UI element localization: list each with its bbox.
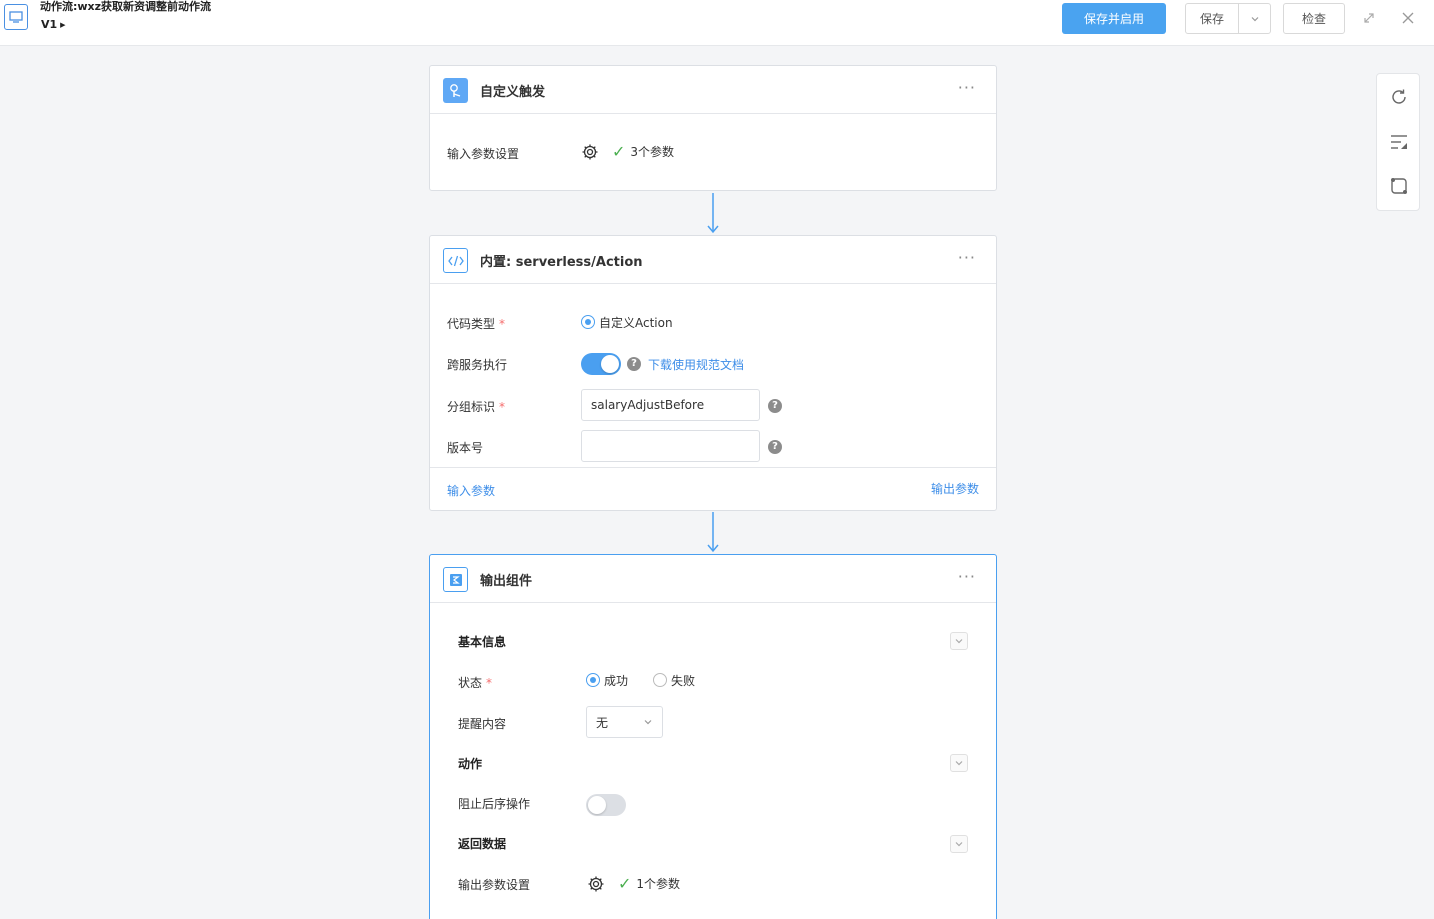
top-bar: 动作流:wxz获取新资调整前动作流 V1 ▶ 保存并启用 保存 检查 (0, 0, 1434, 46)
group-id-label: 分组标识 * (447, 398, 505, 415)
caret-right-icon: ▶ (60, 21, 66, 29)
block-subsequent-label: 阻止后序操作 (458, 797, 531, 811)
flow-app-icon (4, 4, 28, 30)
action-card-title: 内置: serverless/Action (480, 255, 643, 270)
status-success-radio[interactable]: 成功 (586, 672, 628, 689)
radio-unselected-icon (653, 673, 667, 687)
flow-connector-arrow (707, 193, 719, 234)
toggle-knob (601, 355, 619, 373)
trigger-card-header: 自定义触发 ··· (430, 66, 996, 114)
checkmark-icon: ✓ (612, 142, 626, 161)
input-param-count: 3个参数 (630, 145, 675, 159)
fit-view-icon[interactable] (1388, 175, 1410, 197)
more-options-icon[interactable]: ··· (958, 248, 976, 267)
code-type-radio[interactable]: 自定义Action (581, 314, 673, 331)
align-layout-icon[interactable] (1388, 131, 1410, 153)
output-card-title: 输出组件 (480, 574, 533, 589)
download-doc-link[interactable]: 下载使用规范文档 (648, 356, 744, 373)
status-fail-radio[interactable]: 失败 (653, 672, 695, 689)
required-asterisk: * (499, 400, 506, 414)
output-param-setting-label: 输出参数设置 (458, 878, 531, 892)
save-dropdown-button[interactable] (1239, 4, 1270, 33)
output-doc-icon (443, 567, 468, 592)
canvas-tool-panel (1376, 73, 1420, 211)
reminder-select[interactable]: 无 (586, 706, 663, 738)
group-id-label-text: 分组标识 (447, 400, 496, 414)
radio-selected-icon (581, 315, 595, 329)
return-data-section-title: 返回数据 (458, 837, 507, 851)
output-params-link[interactable]: 输出参数 (931, 480, 979, 497)
serverless-action-card[interactable]: 内置: serverless/Action ··· 代码类型 * 自定义Actio… (429, 235, 997, 511)
checkmark-icon: ✓ (618, 874, 632, 893)
required-asterisk: * (486, 676, 493, 690)
refresh-icon[interactable] (1388, 86, 1410, 108)
collapse-chevron-icon[interactable] (950, 754, 968, 772)
version-label: V1 (41, 18, 58, 31)
reminder-selected-value: 无 (596, 715, 609, 730)
collapse-chevron-icon[interactable] (950, 632, 968, 650)
output-param-setting: ✓ 1个参数 (587, 874, 680, 893)
required-asterisk: * (499, 317, 506, 331)
check-button[interactable]: 检查 (1283, 3, 1345, 34)
output-component-card[interactable]: 输出组件 ··· 基本信息 状态 * 成功 失败 提醒内容 无 动作 阻止后序操作… (429, 554, 997, 919)
status-fail-label: 失败 (671, 674, 696, 688)
flow-title: 动作流:wxz获取新资调整前动作流 (40, 0, 212, 13)
status-label-text: 状态 (458, 676, 483, 690)
reminder-label: 提醒内容 (458, 717, 507, 731)
trigger-card-title: 自定义触发 (480, 85, 546, 100)
output-card-header: 输出组件 ··· (430, 555, 996, 603)
collapse-chevron-icon[interactable] (950, 835, 968, 853)
chevron-down-icon (644, 720, 652, 725)
more-options-icon[interactable]: ··· (958, 567, 976, 586)
basic-info-section-title: 基本信息 (458, 635, 507, 649)
close-icon[interactable] (1400, 10, 1416, 26)
help-icon[interactable]: ? (768, 399, 782, 413)
toggle-knob (588, 796, 606, 814)
expand-icon[interactable] (1361, 10, 1377, 26)
input-params-link[interactable]: 输入参数 (447, 482, 495, 499)
input-param-setting-label: 输入参数设置 (447, 147, 520, 161)
trigger-card[interactable]: 自定义触发 ··· 输入参数设置 ✓ 3个参数 (429, 65, 997, 191)
radio-selected-icon (586, 673, 600, 687)
group-id-input[interactable]: salaryAdjustBefore (581, 389, 760, 421)
save-and-enable-button[interactable]: 保存并启用 (1062, 3, 1166, 34)
output-param-count: 1个参数 (636, 877, 681, 891)
cross-service-label: 跨服务执行 (447, 358, 508, 372)
save-button[interactable]: 保存 (1186, 4, 1239, 33)
version-selector[interactable]: V1 ▶ (41, 18, 66, 31)
version-label: 版本号 (447, 441, 484, 455)
help-icon[interactable]: ? (768, 440, 782, 454)
save-button-group: 保存 (1185, 3, 1271, 34)
help-icon[interactable]: ? (627, 357, 641, 371)
gear-icon[interactable] (587, 875, 605, 893)
status-label: 状态 * (458, 674, 492, 691)
version-input[interactable] (581, 430, 760, 462)
action-section-title: 动作 (458, 757, 483, 771)
flow-connector-arrow (707, 512, 719, 553)
input-param-setting: ✓ 3个参数 (581, 142, 674, 161)
chevron-down-icon (1251, 16, 1258, 21)
code-icon (443, 248, 468, 273)
status-success-label: 成功 (604, 674, 629, 688)
divider (430, 467, 996, 468)
gear-icon[interactable] (581, 143, 599, 161)
touch-trigger-icon (443, 78, 468, 103)
code-type-option: 自定义Action (599, 316, 673, 330)
block-subsequent-toggle[interactable] (586, 794, 626, 816)
more-options-icon[interactable]: ··· (958, 78, 976, 97)
code-type-label: 代码类型 * (447, 315, 505, 332)
code-type-label-text: 代码类型 (447, 317, 496, 331)
action-card-header: 内置: serverless/Action ··· (430, 236, 996, 284)
cross-service-toggle[interactable] (581, 353, 621, 375)
